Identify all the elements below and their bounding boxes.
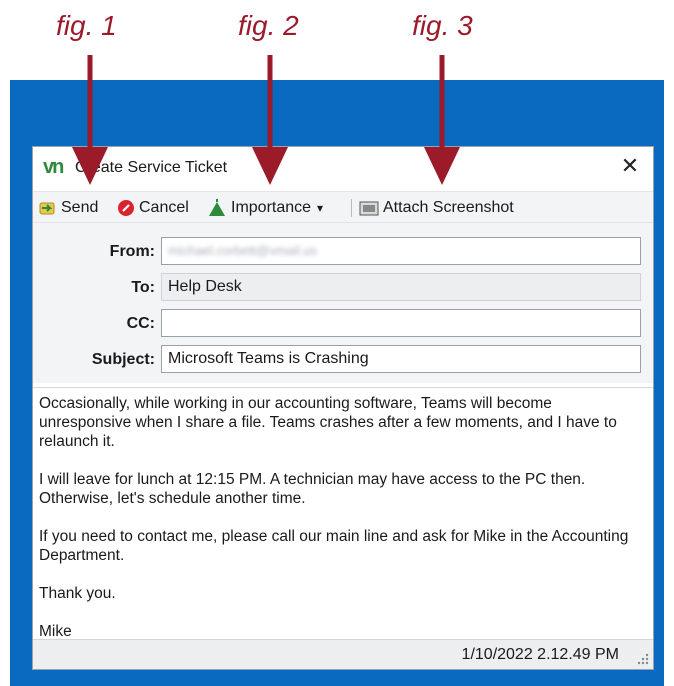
importance-label: Importance [231,199,312,216]
importance-button[interactable]: Importance ▾ [207,197,323,219]
message-paragraph: If you need to contact me, please call o… [39,528,629,564]
cancel-icon [118,200,134,216]
from-field[interactable]: michael.corbett@vmail.us [161,237,641,265]
status-bar: 1/10/2022 2.12.49 PM [33,639,653,669]
to-row: To: Help Desk [33,273,653,303]
title-bar: vn Create Service Ticket ✕ [33,147,653,187]
attach-screenshot-button[interactable]: Attach Screenshot [359,197,514,219]
attach-screenshot-label: Attach Screenshot [383,199,514,216]
cancel-button[interactable]: Cancel [117,197,189,219]
message-paragraph: Thank you. [39,585,116,602]
app-logo: vn [43,156,64,179]
ticket-form: From: michael.corbett@vmail.us To: Help … [33,223,653,383]
toolbar: Send Cancel Importance ▾ Attach Screensh… [33,191,653,223]
cc-label: CC: [126,315,155,332]
fig-2-label: fig. 2 [238,10,299,41]
subject-label: Subject: [91,351,155,368]
annotation-arrow-2 [252,55,288,185]
cc-row: CC: [33,309,653,339]
message-paragraph: Occasionally, while working in our accou… [39,395,617,450]
to-label: To: [131,279,155,296]
cancel-label: Cancel [139,199,189,216]
from-row: From: michael.corbett@vmail.us [33,237,653,267]
send-icon [39,202,55,215]
attach-screenshot-icon [359,201,379,216]
to-field: Help Desk [161,273,641,301]
create-service-ticket-window: vn Create Service Ticket ✕ Send Cancel I… [32,146,654,670]
send-button[interactable]: Send [39,197,98,219]
toolbar-separator [351,199,352,217]
status-timestamp: 1/10/2022 2.12.49 PM [461,646,619,663]
subject-row: Subject: Microsoft Teams is Crashing [33,345,653,375]
from-value: michael.corbett@vmail.us [168,243,318,258]
chevron-down-icon[interactable]: ▾ [317,201,323,215]
cc-field[interactable] [161,309,641,337]
subject-field[interactable]: Microsoft Teams is Crashing [161,345,641,373]
message-paragraph: I will leave for lunch at 12:15 PM. A te… [39,471,586,507]
message-body[interactable]: Occasionally, while working in our accou… [33,387,653,640]
fig-3-label: fig. 3 [412,10,473,41]
from-label: From: [109,243,155,260]
send-label: Send [61,199,99,216]
app-logo-text: vn [43,156,64,178]
annotation-arrow-3 [424,55,460,185]
importance-flag-icon [209,199,225,216]
close-icon[interactable]: ✕ [617,153,643,179]
fig-1-label: fig. 1 [56,10,117,41]
annotation-arrow-1 [72,55,108,185]
resize-grip-icon[interactable] [635,651,649,665]
